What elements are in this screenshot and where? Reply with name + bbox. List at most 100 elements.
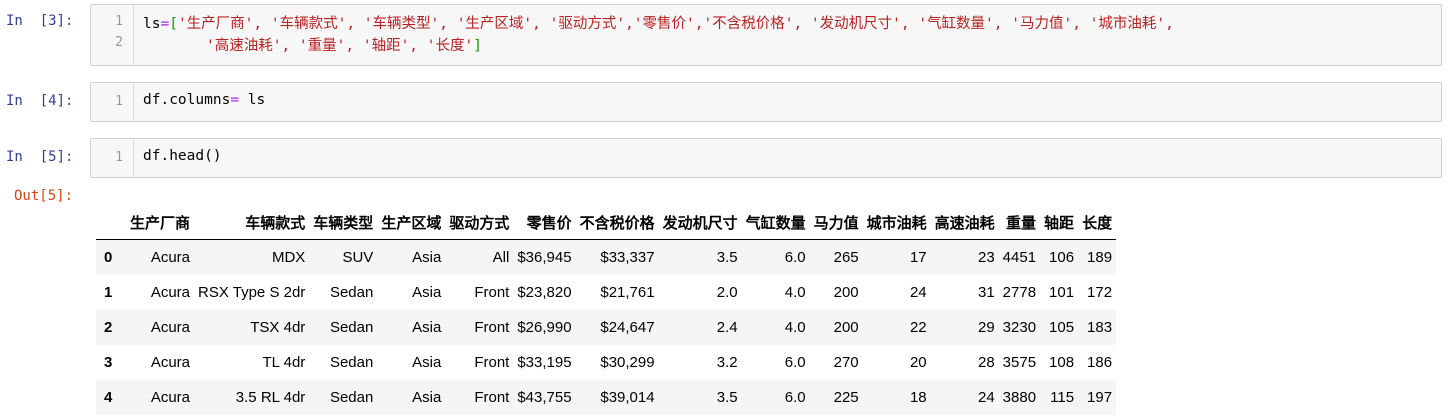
table-cell: TL 4dr [262, 354, 306, 371]
column-header: 城市油耗 [862, 205, 931, 240]
table-cell: 270 [833, 354, 859, 371]
code-string-list: '高速油耗', '重量', '轴距', '长度' [206, 38, 474, 54]
table-cell: Asia [412, 354, 442, 371]
line-number-gutter: 1 [91, 139, 134, 177]
table-cell: $36,945 [517, 249, 572, 266]
code-operator: = [160, 16, 170, 32]
table-cell: 4.0 [784, 319, 806, 336]
code-cell-4: In [4]: 1 df.columns= ls [0, 82, 1448, 122]
table-cell: 3230 [1002, 319, 1037, 336]
code-bracket: [ [169, 16, 178, 32]
table-cell: 186 [1087, 354, 1113, 371]
code-line: df.head() [143, 148, 222, 164]
column-header: 零售价 [513, 205, 576, 240]
row-index: 1 [104, 284, 113, 301]
code-line: '高速油耗', '重量', '轴距', '长度'] [206, 34, 482, 55]
line-number-gutter: 1 2 [91, 5, 134, 65]
column-header: 车辆类型 [309, 205, 378, 240]
line-number: 1 [115, 94, 123, 109]
output-prompt: Out[5]: [14, 188, 74, 204]
table-cell: Acura [150, 249, 191, 266]
table-cell: Front [474, 389, 510, 406]
table-cell: 31 [977, 284, 995, 301]
column-header: 驱动方式 [445, 205, 514, 240]
table-cell: 225 [833, 389, 859, 406]
table-cell: 106 [1049, 249, 1075, 266]
table-row: 2 Acura TSX 4dr Sedan Asia Front $26,990… [96, 310, 1117, 345]
code-operator: = [230, 92, 240, 108]
table-cell: Sedan [329, 319, 374, 336]
code-line: ls=['生产厂商', '车辆款式', '车辆类型', '生产区域', '驱动方… [143, 12, 1174, 33]
code-string-list: '生产厂商', '车辆款式', '车辆类型', '生产区域', '驱动方式','… [177, 16, 1174, 32]
table-cell: 2.4 [716, 319, 738, 336]
row-index: 4 [104, 389, 113, 406]
table-cell: 4451 [1002, 249, 1037, 266]
table-cell: 197 [1087, 389, 1113, 406]
table-cell: 3.5 [716, 249, 738, 266]
code-bracket: ] [473, 38, 482, 54]
table-cell: Asia [412, 284, 442, 301]
table-cell: 6.0 [784, 249, 806, 266]
column-header: 生产厂商 [126, 205, 195, 240]
table-cell: 4.0 [784, 284, 806, 301]
dataframe-table: 生产厂商 车辆款式 车辆类型 生产区域 驱动方式 零售价 不含税价格 发动机尺寸… [96, 205, 1117, 415]
table-cell: 17 [909, 249, 927, 266]
column-header: 高速油耗 [930, 205, 999, 240]
table-cell: 2778 [1002, 284, 1037, 301]
code-editor[interactable]: 1 df.columns= ls [90, 82, 1442, 122]
line-number: 2 [115, 35, 123, 50]
table-cell: TSX 4dr [250, 319, 306, 336]
column-header: 重量 [998, 205, 1041, 240]
table-cell: 183 [1087, 319, 1113, 336]
table-cell: 3575 [1002, 354, 1037, 371]
table-cell: 189 [1087, 249, 1113, 266]
table-cell: 23 [977, 249, 995, 266]
input-prompt: In [3]: [6, 13, 74, 29]
code-editor[interactable]: 1 df.head() [90, 138, 1442, 178]
code-line: df.columns= ls [143, 92, 265, 108]
row-index: 3 [104, 354, 113, 371]
table-cell: $21,761 [600, 284, 655, 301]
table-cell: 2.0 [716, 284, 738, 301]
table-cell: 3.2 [716, 354, 738, 371]
table-cell: Acura [150, 354, 191, 371]
table-cell: Acura [150, 389, 191, 406]
table-cell: $30,299 [600, 354, 655, 371]
table-cell: $39,014 [600, 389, 655, 406]
row-index: 0 [104, 249, 113, 266]
table-cell: 24 [909, 284, 927, 301]
table-cell: 172 [1087, 284, 1113, 301]
table-cell: 20 [909, 354, 927, 371]
line-number: 1 [115, 14, 123, 29]
code-cell-5: In [5]: 1 df.head() [0, 138, 1448, 178]
table-cell: 115 [1050, 389, 1075, 406]
code-variable: ls [143, 16, 161, 32]
table-row: 0 Acura MDX SUV Asia All $36,945 $33,337… [96, 239, 1117, 275]
table-cell: $23,820 [517, 284, 572, 301]
table-cell: $26,990 [517, 319, 572, 336]
code-attribute: df.columns [143, 92, 231, 108]
table-cell: MDX [271, 249, 306, 266]
table-cell: 200 [833, 284, 859, 301]
table-cell: 28 [977, 354, 995, 371]
table-cell: 29 [977, 319, 995, 336]
table-row: 3 Acura TL 4dr Sedan Asia Front $33,195 … [96, 345, 1116, 380]
table-cell: 200 [833, 319, 859, 336]
table-row: 4 Acura 3.5 RL 4dr Sedan Asia Front $43,… [96, 380, 1117, 415]
input-prompt: In [5]: [6, 149, 74, 165]
code-editor[interactable]: 1 2 ls=['生产厂商', '车辆款式', '车辆类型', '生产区域', … [90, 4, 1442, 66]
input-prompt: In [4]: [6, 93, 74, 109]
table-cell: Front [474, 319, 510, 336]
table-cell: 265 [833, 249, 859, 266]
code-cell-3: In [3]: 1 2 ls=['生产厂商', '车辆款式', '车辆类型', … [0, 4, 1448, 68]
table-cell: Asia [412, 389, 442, 406]
table-cell: Front [474, 284, 510, 301]
table-cell: 3.5 [716, 389, 738, 406]
table-cell: Asia [412, 319, 442, 336]
table-cell: Sedan [329, 389, 374, 406]
table-cell: 6.0 [784, 354, 806, 371]
column-header: 生产区域 [377, 205, 446, 240]
table-cell: $33,337 [600, 249, 655, 266]
column-header: 气缸数量 [741, 205, 810, 240]
table-cell: Sedan [329, 354, 374, 371]
